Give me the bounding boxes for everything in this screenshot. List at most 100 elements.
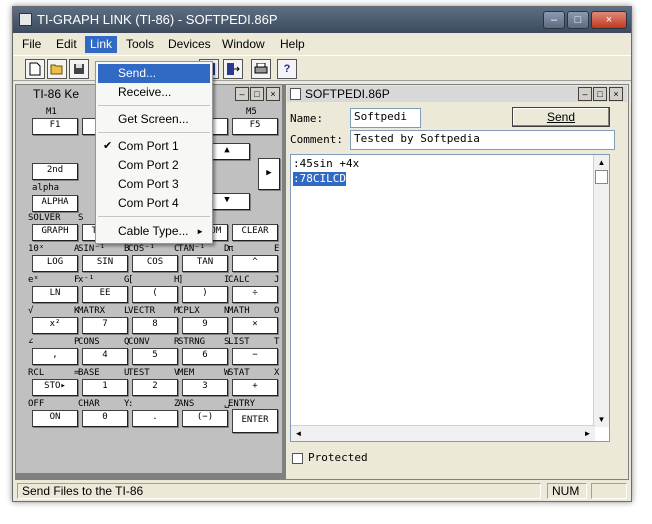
- key-right-arrow[interactable]: ▶: [258, 158, 280, 190]
- key-label-key: π: [228, 244, 234, 254]
- key-label-stat: STAT: [228, 368, 250, 378]
- key-9[interactable]: 9: [182, 317, 228, 334]
- maximize-button[interactable]: □: [567, 11, 589, 29]
- key-alpha-label-x: X: [274, 368, 280, 378]
- key-comma[interactable]: ,: [32, 348, 78, 365]
- scroll-left-arrow[interactable]: ◄: [291, 426, 306, 441]
- key-alpha[interactable]: ALPHA: [32, 195, 78, 212]
- editor-line[interactable]: :78CILCD: [293, 172, 346, 186]
- status-extra-panel: [591, 483, 627, 499]
- document-maximize-button[interactable]: □: [593, 87, 607, 101]
- key-caret[interactable]: ^: [232, 255, 278, 272]
- menu-tools[interactable]: Tools: [121, 36, 159, 53]
- key-6[interactable]: 6: [182, 348, 228, 365]
- keypad-maximize-button[interactable]: □: [250, 87, 264, 101]
- minimize-button[interactable]: –: [543, 11, 565, 29]
- key-label-math: MATH: [228, 306, 250, 316]
- link-menu-item-com-port-4[interactable]: Com Port 4: [98, 194, 210, 213]
- submenu-arrow-icon: ►: [196, 227, 204, 236]
- key-on[interactable]: ON: [32, 410, 78, 427]
- key-f5[interactable]: F5: [232, 118, 278, 135]
- title-bar[interactable]: TI-GRAPH LINK (TI-86) - SOFTPEDI.86P – □…: [13, 7, 631, 33]
- key-label-x: x⁻¹: [78, 275, 95, 285]
- document-minimize-button[interactable]: –: [578, 87, 592, 101]
- keypad-close-button[interactable]: ×: [266, 87, 280, 101]
- key-plus[interactable]: +: [232, 379, 278, 396]
- key-5[interactable]: 5: [132, 348, 178, 365]
- key-log[interactable]: LOG: [32, 255, 78, 272]
- key-4[interactable]: 4: [82, 348, 128, 365]
- key-negative[interactable]: (−): [182, 410, 228, 427]
- close-button[interactable]: ×: [591, 11, 627, 29]
- key-1[interactable]: 1: [82, 379, 128, 396]
- protected-checkbox[interactable]: [292, 453, 303, 464]
- menu-link[interactable]: Link: [85, 36, 118, 53]
- document-window-title[interactable]: SOFTPEDI.86P: [287, 86, 627, 102]
- comment-field[interactable]: Tested by Softpedia: [350, 130, 615, 150]
- key-multiply[interactable]: ×: [232, 317, 278, 334]
- key-cos[interactable]: COS: [132, 255, 178, 272]
- link-menu-item-com-port-3[interactable]: Com Port 3: [98, 175, 210, 194]
- receive-from-calc-icon[interactable]: [223, 59, 243, 79]
- key-2[interactable]: 2: [132, 379, 178, 396]
- scroll-right-arrow[interactable]: ►: [580, 426, 595, 441]
- menu-file[interactable]: File: [17, 36, 46, 53]
- link-menu-item-receive[interactable]: Receive...: [98, 83, 210, 102]
- key-sto[interactable]: STO▸: [32, 379, 78, 396]
- key-ee[interactable]: EE: [82, 286, 128, 303]
- key-key[interactable]: (: [132, 286, 178, 303]
- help-icon[interactable]: ?: [277, 59, 297, 79]
- key-7[interactable]: 7: [82, 317, 128, 334]
- keypad-minimize-button[interactable]: –: [235, 87, 249, 101]
- open-folder-icon[interactable]: [47, 59, 67, 79]
- link-menu-item-label: Get Screen...: [118, 112, 189, 126]
- link-menu-item-com-port-2[interactable]: Com Port 2: [98, 156, 210, 175]
- status-message: Send Files to the TI-86: [17, 483, 541, 499]
- key-2nd[interactable]: 2nd: [32, 163, 78, 180]
- key-decimal[interactable]: .: [132, 410, 178, 427]
- link-menu-item-cable-type[interactable]: Cable Type... ►: [98, 222, 210, 241]
- key-divide[interactable]: ÷: [232, 286, 278, 303]
- name-field[interactable]: Softpedi: [350, 108, 421, 128]
- key-label-calc: CALC: [228, 275, 250, 285]
- menu-window[interactable]: Window: [217, 36, 270, 53]
- key-minus[interactable]: −: [232, 348, 278, 365]
- scroll-up-arrow[interactable]: ▲: [594, 155, 609, 170]
- key-8[interactable]: 8: [132, 317, 178, 334]
- vertical-scroll-thumb[interactable]: [595, 170, 608, 184]
- key-tan[interactable]: TAN: [182, 255, 228, 272]
- print-icon[interactable]: [251, 59, 271, 79]
- editor-line[interactable]: :45sin +4x: [293, 157, 593, 171]
- key-alpha-label-o: O: [274, 306, 280, 316]
- key-label-tan: TAN⁻¹: [178, 244, 206, 254]
- menu-edit[interactable]: Edit: [51, 36, 82, 53]
- link-menu-item-com-port-1[interactable]: ✔ Com Port 1: [98, 137, 210, 156]
- send-button[interactable]: Send: [512, 107, 610, 127]
- key-x[interactable]: x²: [32, 317, 78, 334]
- menu-devices[interactable]: Devices: [163, 36, 216, 53]
- link-menu-item-get-screen[interactable]: Get Screen...: [98, 110, 210, 129]
- key-clear[interactable]: CLEAR: [232, 224, 278, 241]
- menu-help[interactable]: Help: [275, 36, 310, 53]
- horizontal-scrollbar[interactable]: ◄ ►: [291, 425, 595, 441]
- link-menu-item-label: Receive...: [118, 85, 172, 99]
- key-3[interactable]: 3: [182, 379, 228, 396]
- save-icon[interactable]: [69, 59, 89, 79]
- menu-separator: [98, 216, 210, 217]
- document-close-button[interactable]: ×: [609, 87, 623, 101]
- key-ln[interactable]: LN: [32, 286, 78, 303]
- scroll-down-arrow[interactable]: ▼: [594, 412, 609, 427]
- new-file-icon[interactable]: [25, 59, 45, 79]
- program-editor[interactable]: :45sin +4x:78CILCD ▲ ▼ ◄ ►: [290, 154, 610, 442]
- link-menu-item-send[interactable]: Send...: [98, 64, 210, 83]
- key-enter[interactable]: ENTER: [232, 409, 278, 433]
- key-key[interactable]: ): [182, 286, 228, 303]
- key-f1[interactable]: F1: [32, 118, 78, 135]
- key-graph[interactable]: GRAPH: [32, 224, 78, 241]
- menu-separator: [98, 132, 210, 133]
- vertical-scrollbar[interactable]: ▲ ▼: [593, 155, 609, 427]
- key-label-mem: MEM: [178, 368, 195, 378]
- key-label-sin: SIN⁻¹: [78, 244, 106, 254]
- key-0[interactable]: 0: [82, 410, 128, 427]
- key-sin[interactable]: SIN: [82, 255, 128, 272]
